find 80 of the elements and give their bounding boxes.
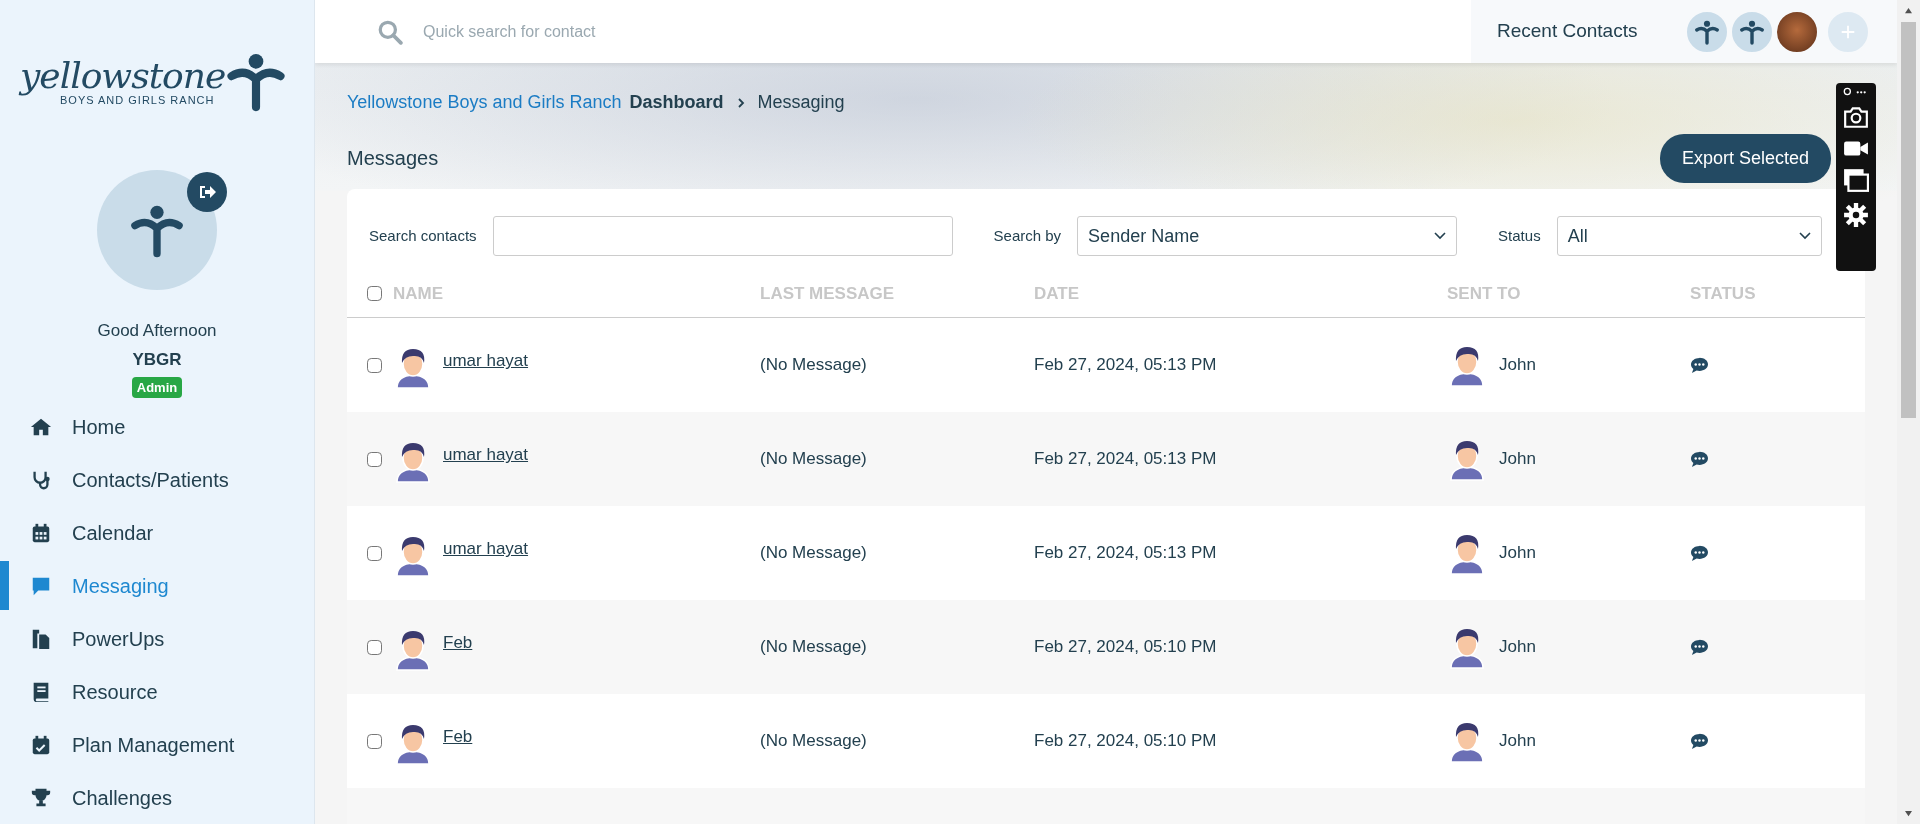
scrollbar[interactable]	[1897, 0, 1920, 824]
logout-button[interactable]	[187, 171, 227, 212]
date-cell-text: Feb 27, 2024, 05:10 PM	[1034, 636, 1218, 659]
breadcrumb-link[interactable]: Dashboard	[629, 89, 724, 116]
scrollbar-thumb[interactable]	[1901, 22, 1916, 418]
logo-wordmark: yellowstone	[20, 58, 226, 94]
documents-icon	[30, 627, 52, 650]
sidebar-nav-item[interactable]: PowerUps	[0, 612, 314, 665]
user-name: YBGR	[132, 349, 182, 371]
row-checkbox[interactable]	[367, 451, 382, 467]
caret-icon	[1798, 232, 1811, 240]
search-contacts-field[interactable]	[492, 216, 953, 256]
column-header: DATE	[1034, 282, 1079, 305]
sidebar-nav-item[interactable]: Plan Management	[0, 718, 314, 771]
breadcrumb-current: Messaging	[757, 91, 845, 114]
sent-to-cell-text: John	[1499, 542, 1536, 565]
contact-name-link[interactable]: Feb	[443, 724, 473, 750]
chat-bubble-icon	[1690, 639, 1709, 657]
chevron-right-icon	[735, 98, 746, 108]
filter-label: Search by	[993, 225, 1062, 246]
last-message-cell-text: (No Message)	[760, 542, 868, 565]
date-cell-text: Feb 27, 2024, 05:13 PM	[1034, 448, 1218, 471]
sent-to-cell-text: John	[1499, 448, 1536, 471]
contact-name-link[interactable]: umar hayat	[443, 536, 529, 562]
sidebar-nav-item[interactable]: Home	[0, 400, 314, 453]
chat-bubble-icon	[1690, 733, 1709, 751]
link-dots-icon[interactable]	[1843, 87, 1869, 96]
column-header: STATUS	[1690, 282, 1756, 305]
search-icon	[377, 18, 403, 45]
row-checkbox[interactable]	[367, 639, 382, 655]
last-message-cell-text: (No Message)	[760, 354, 868, 377]
figure-logo-icon	[1739, 18, 1766, 45]
sent-to-cell-text: John	[1499, 636, 1536, 659]
greeting-text: Good Afternoon	[97, 319, 217, 342]
sent-to-cell-text: John	[1499, 730, 1536, 753]
contact-name-link[interactable]: umar hayat	[443, 348, 529, 374]
logo-tagline: BOYS AND GIRLS RANCH	[60, 94, 215, 108]
column-header: LAST MESSAGE	[760, 282, 895, 305]
quick-search-bar[interactable]: Quick search for contact	[315, 0, 1471, 63]
dropdown-field[interactable]: Sender Name	[1077, 216, 1458, 256]
dropdown-field[interactable]: All	[1556, 216, 1822, 256]
column-header: SENT TO	[1447, 282, 1521, 305]
sidebar-nav-item[interactable]: Challenges	[0, 771, 314, 824]
row-checkbox[interactable]	[367, 733, 382, 749]
filter-label: Search contacts	[369, 225, 477, 246]
recent-contacts-label: Recent Contacts	[1497, 19, 1638, 44]
figure-logo-icon	[1694, 18, 1721, 45]
contact-name-link[interactable]: umar hayat	[443, 442, 529, 468]
column-header: NAME	[393, 282, 444, 305]
select-all-checkbox[interactable]	[367, 286, 382, 301]
calendar-icon	[30, 521, 52, 544]
sidebar-nav-item[interactable]: Resource	[0, 665, 314, 718]
sent-to-cell-text: John	[1499, 354, 1536, 377]
sidebar-nav-item[interactable]: Calendar	[0, 506, 314, 559]
date-cell-text: Feb 27, 2024, 05:10 PM	[1034, 730, 1218, 753]
export-selected-button[interactable]: Export Selected	[1659, 133, 1831, 183]
last-message-cell-text: (No Message)	[760, 448, 868, 471]
scroll-up-arrow-icon	[1904, 7, 1913, 14]
caret-icon	[1434, 232, 1447, 240]
calendar-check-icon	[30, 733, 52, 756]
trophy-icon	[30, 786, 52, 809]
last-message-cell-text: (No Message)	[760, 636, 868, 659]
date-cell-text: Feb 27, 2024, 05:13 PM	[1034, 354, 1218, 377]
contact-name-link[interactable]: Feb	[443, 630, 473, 656]
breadcrumb-link[interactable]: Yellowstone Boys and Girls Ranch	[347, 89, 622, 116]
sidebar-nav-item[interactable]: Contacts/Patients	[0, 453, 314, 506]
filter-label: Status	[1498, 225, 1541, 246]
windows-icon[interactable]	[1843, 168, 1869, 192]
last-message-cell-text: (No Message)	[760, 730, 868, 753]
chat-bubble-icon	[1690, 357, 1709, 375]
scroll-down-arrow-icon	[1904, 810, 1913, 817]
date-cell-text: Feb 27, 2024, 05:13 PM	[1034, 542, 1218, 565]
row-checkbox[interactable]	[367, 357, 382, 373]
chat-bubble-icon	[1690, 451, 1709, 469]
row-checkbox[interactable]	[367, 545, 382, 561]
chat-bubble-icon	[1690, 545, 1709, 563]
settings-icon[interactable]	[1843, 202, 1869, 228]
role-badge: Admin	[131, 376, 183, 398]
page-title: Messages	[347, 146, 439, 170]
camera-icon[interactable]	[1843, 106, 1869, 128]
